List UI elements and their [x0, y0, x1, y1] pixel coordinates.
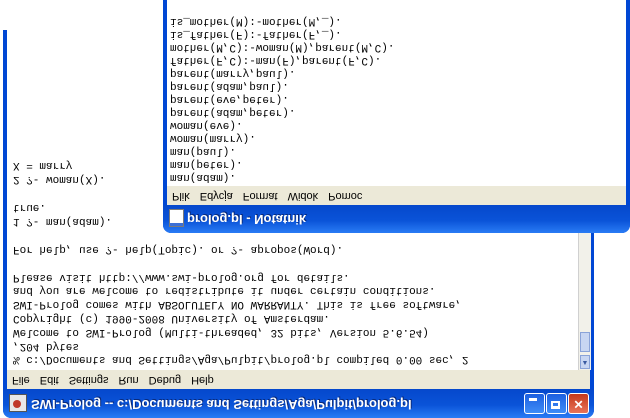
notepad-app-icon — [169, 209, 184, 227]
console-line: For help, use ?- help(Topic). or ?- apro… — [13, 243, 344, 255]
notepad-window-title: prolog.pl - Notatnik — [187, 212, 307, 227]
swi-menu-bar: File Edit Settings Run Debug Help — [7, 370, 590, 389]
code-line: father(F,C):-man(F),parent(F,C). — [170, 54, 382, 66]
scrollbar-thumb[interactable] — [580, 332, 590, 352]
console-line: Welcome to SWI-Prolog (Multi-threaded, 3… — [13, 326, 429, 338]
menu-file[interactable]: File — [7, 374, 35, 389]
minimize-icon — [529, 398, 537, 401]
swi-prolog-app-icon — [9, 394, 27, 412]
swi-window-title: SWI-Prolog -- c:/Documents and Settings/… — [31, 397, 412, 412]
code-line: parent(marry,paul). — [170, 67, 296, 79]
console-line: 2 ?- woman(X). — [13, 173, 106, 185]
menu-settings[interactable]: Settings — [64, 374, 114, 389]
menu-help[interactable]: Help — [186, 374, 219, 389]
console-line: % c:/Documents and Settings/Aga/Pulpit/p… — [13, 353, 469, 365]
code-line: man(adam). — [170, 171, 237, 183]
notepad-title-bar[interactable]: prolog.pl - Notatnik — [163, 205, 630, 233]
close-icon: ✕ — [573, 397, 584, 411]
menu-run[interactable]: Run — [113, 374, 143, 389]
notepad-menu-bar: Plik Edycja Format Widok Pomoc — [167, 186, 626, 205]
menu-debug[interactable]: Debug — [144, 374, 186, 389]
code-line: is_father(F):-father(F,_). — [170, 28, 342, 40]
menu-widok[interactable]: Widok — [283, 190, 324, 205]
code-line: is_mother(M):-mother(M,_). — [170, 15, 342, 27]
scroll-up-arrow-icon[interactable]: ▲ — [580, 355, 590, 369]
code-line: woman(marry). — [170, 132, 256, 144]
console-line: ,204 bytes — [13, 340, 80, 352]
notepad-text-area[interactable]: man(adam). man(peter). man(paul). woman(… — [167, 0, 626, 186]
menu-format[interactable]: Format — [238, 190, 283, 205]
close-button[interactable]: ✕ — [568, 393, 589, 414]
maximize-button[interactable] — [546, 393, 567, 414]
desktop: SWI-Prolog -- c:/Documents and Settings/… — [0, 0, 630, 418]
notepad-window: prolog.pl - Notatnik Plik Edycja Format Wid… — [163, 0, 630, 233]
console-line: X = marry — [13, 159, 73, 171]
console-line: SWI-Prolog comes with ABSOLUTELY NO WARR… — [13, 298, 462, 310]
code-line: parent(eve,peter). — [170, 93, 289, 105]
console-line: Copyright (c) 1990-2008 University of Am… — [13, 312, 330, 324]
minimize-button[interactable] — [524, 393, 545, 414]
menu-pomoc[interactable]: Pomoc — [323, 190, 367, 205]
menu-edit[interactable]: Edit — [35, 374, 64, 389]
code-line: man(paul). — [170, 145, 237, 157]
code-line: woman(eve). — [170, 119, 243, 131]
code-line: mother(M,C):-woman(M),parent(M,C). — [170, 41, 395, 53]
console-line: true. — [13, 201, 47, 213]
console-line: Please visit http://www.swi-prolog.org f… — [13, 271, 350, 283]
code-line: parent(adam,peter). — [170, 106, 296, 118]
maximize-icon — [551, 401, 560, 409]
swi-title-bar[interactable]: SWI-Prolog -- c:/Documents and Settings/… — [3, 389, 594, 418]
console-line: and you are welcome to redistribute it u… — [13, 284, 436, 296]
menu-plik[interactable]: Plik — [167, 190, 195, 205]
code-line: parent(adam,paul). — [170, 80, 289, 92]
console-line: 1 ?- man(adam). — [13, 215, 113, 227]
code-line: man(peter). — [170, 158, 243, 170]
menu-edycja[interactable]: Edycja — [195, 190, 238, 205]
